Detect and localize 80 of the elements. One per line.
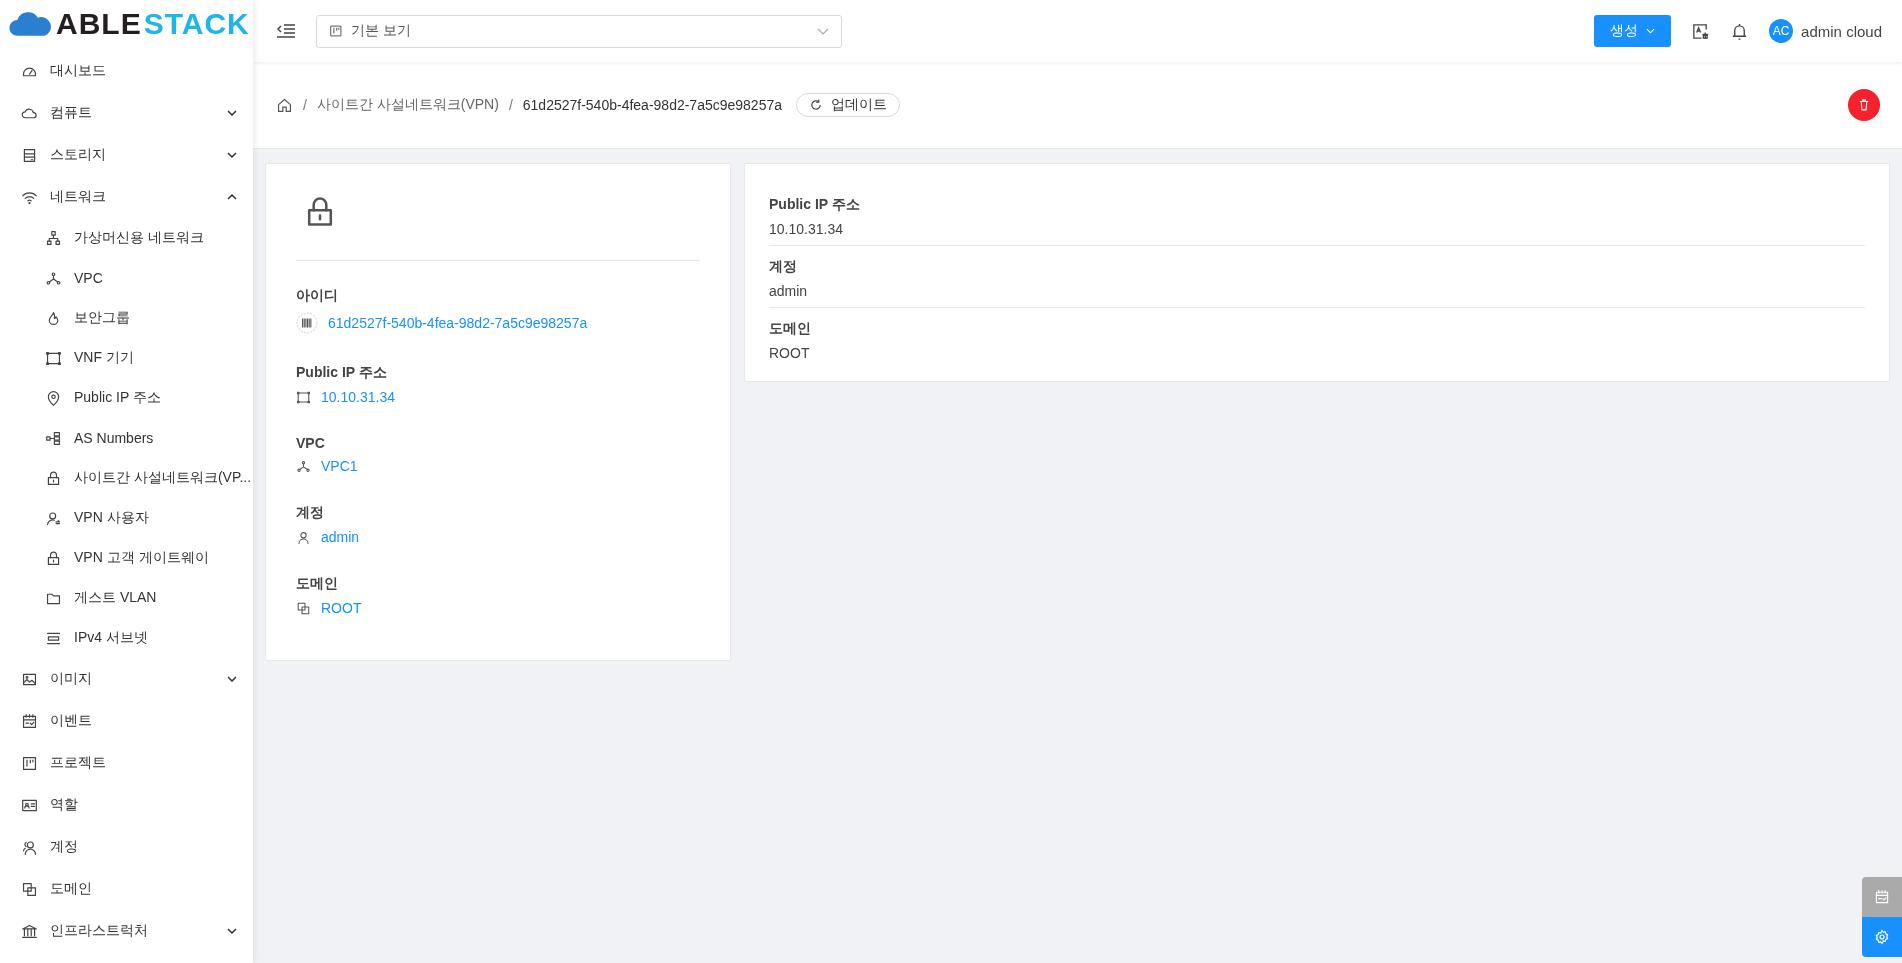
breadcrumb-item[interactable]: 사이트간 사설네트워크(VPN) xyxy=(316,96,499,114)
sidebar-item[interactable]: 게스트 VLAN xyxy=(0,578,253,618)
refresh-button[interactable]: 업데이트 xyxy=(796,93,900,117)
caret-icon xyxy=(227,152,237,158)
field-value: ROOT xyxy=(769,345,811,361)
user-icon xyxy=(296,529,311,545)
logo-text: ABLE xyxy=(56,7,142,41)
bank-icon xyxy=(21,922,38,940)
server-icon xyxy=(21,146,38,164)
sidebar-item[interactable]: 사이트간 사설네트워크(VP... xyxy=(0,458,253,498)
user-menu[interactable]: AC admin cloud xyxy=(1769,19,1882,43)
copy-icon xyxy=(296,600,311,616)
sidebar-item[interactable]: 스토리지 xyxy=(0,134,253,176)
barcode-icon xyxy=(296,312,318,334)
delete-button[interactable] xyxy=(1848,89,1880,121)
user-icon xyxy=(45,509,62,527)
view-select[interactable]: 기본 보기 xyxy=(316,14,842,48)
sidebar-item[interactable]: AS Numbers xyxy=(0,418,253,458)
frame-icon xyxy=(45,349,62,367)
sidebar-item[interactable]: 이미지 xyxy=(0,658,253,700)
cloud-logo-icon xyxy=(8,11,54,37)
field-label: Public IP 주소 xyxy=(769,196,861,214)
field-label: Public IP 주소 xyxy=(296,364,388,382)
settings-icon xyxy=(1874,929,1890,945)
sidebar-item[interactable]: VPN 고객 게이트웨이 xyxy=(0,538,253,578)
sidebar-item[interactable]: 가상머신용 네트워크 xyxy=(0,218,253,258)
sidebar-item[interactable]: 네트워크 xyxy=(0,176,253,218)
menu-icon[interactable] xyxy=(276,23,296,39)
field-label: VPC xyxy=(296,435,326,451)
field-label: 도메인 xyxy=(296,575,339,593)
sidebar-item[interactable]: Public IP 주소 xyxy=(0,378,253,418)
sidebar-item[interactable]: VNF 기기 xyxy=(0,338,253,378)
sidebar-item[interactable]: 대시보드 xyxy=(0,50,253,92)
board-icon xyxy=(21,754,38,772)
copy-icon xyxy=(21,880,38,898)
caret-icon xyxy=(227,194,237,200)
translate-icon[interactable] xyxy=(1691,21,1711,41)
nodes-icon xyxy=(296,458,311,474)
users-icon xyxy=(21,838,38,856)
field-label: 도메인 xyxy=(769,320,812,338)
avatar: AC xyxy=(1769,19,1794,43)
sidebar-item[interactable]: 컴퓨트 xyxy=(0,92,253,134)
sidebar-item[interactable]: VPC xyxy=(0,258,253,298)
caret-icon xyxy=(227,110,237,116)
field-value: 10.10.31.34 xyxy=(769,221,844,237)
field-label: 아이디 xyxy=(296,287,339,305)
refresh-icon xyxy=(809,98,823,112)
caret-icon xyxy=(227,676,237,682)
sidebar-item[interactable]: 프로젝트 xyxy=(0,742,253,784)
lock-icon xyxy=(45,469,62,487)
logo-text: STACK xyxy=(143,7,250,41)
field-label: 계정 xyxy=(769,258,798,276)
settings-button[interactable] xyxy=(1862,917,1902,957)
calendar-icon xyxy=(1874,889,1890,905)
sidebar-item[interactable]: 도메인 xyxy=(0,868,253,910)
pin-icon xyxy=(45,389,62,407)
breadcrumb-separator: / xyxy=(303,97,307,113)
sidebar-item[interactable]: VPN 사용자 xyxy=(0,498,253,538)
caret-icon xyxy=(1646,28,1656,34)
breadcrumb-item: 61d2527f-540b-4fea-98d2-7a5c9e98257a xyxy=(522,97,782,113)
frame-icon xyxy=(296,389,311,405)
breadcrumb-separator: / xyxy=(508,97,513,113)
sidebar-item[interactable]: 계정 xyxy=(0,826,253,868)
caret-icon xyxy=(817,27,829,35)
lock-icon xyxy=(45,549,62,567)
nodes-icon xyxy=(45,269,62,287)
network-icon xyxy=(45,229,62,247)
board-icon xyxy=(329,24,343,38)
home-icon[interactable] xyxy=(276,96,293,114)
trash-icon xyxy=(1857,98,1871,112)
caret-icon xyxy=(227,928,237,934)
field-value: admin xyxy=(769,283,809,299)
blocks-icon xyxy=(45,429,62,447)
sidebar-item[interactable]: 이벤트 xyxy=(0,700,253,742)
sidebar-item[interactable]: IPv4 서브넷 xyxy=(0,618,253,658)
sidebar-item[interactable]: 보안그룹 xyxy=(0,298,253,338)
calendar-icon xyxy=(21,712,38,730)
sidebar-item[interactable]: 인프라스트럭처 xyxy=(0,910,253,952)
sidebar-item[interactable]: 역할 xyxy=(0,784,253,826)
field-label: 계정 xyxy=(296,504,325,522)
